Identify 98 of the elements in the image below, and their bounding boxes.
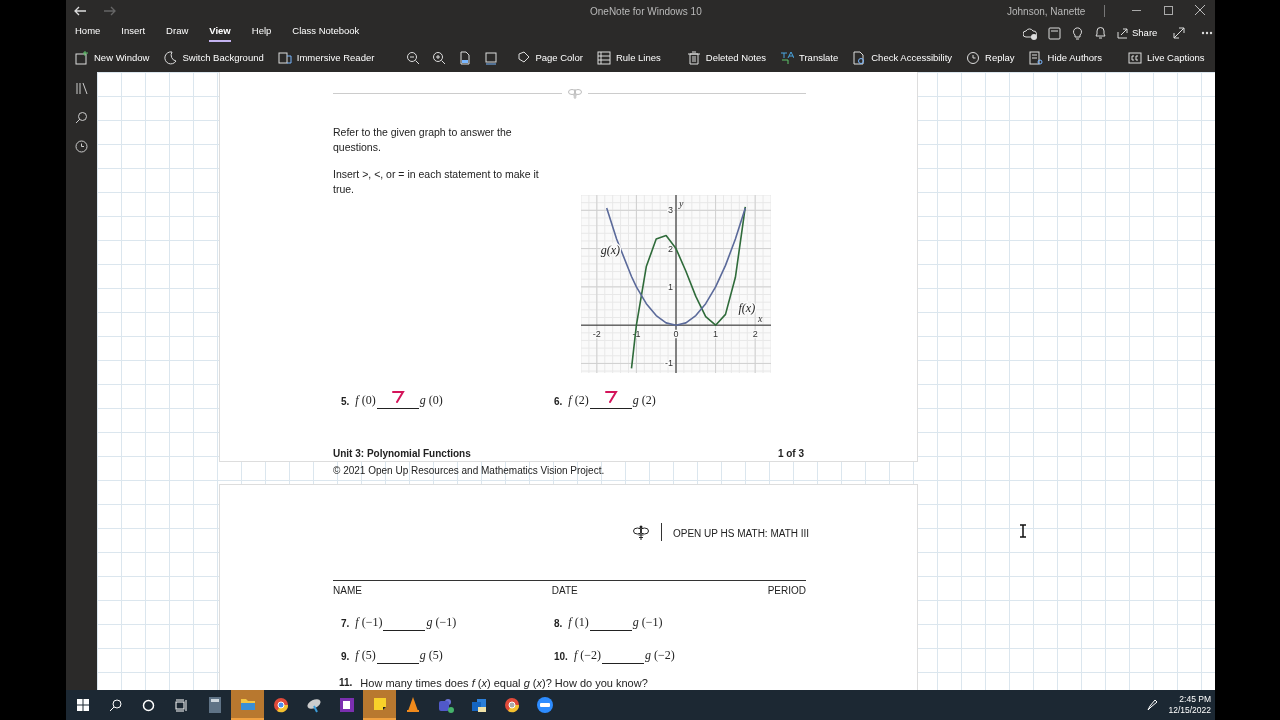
date-text: 12/15/2022 bbox=[1168, 705, 1211, 716]
toolbar-button[interactable]: Replay bbox=[966, 50, 1015, 66]
toolbar-button[interactable]: Page Color bbox=[516, 50, 583, 66]
tick-label: 2 bbox=[752, 329, 758, 340]
tick-label: 1 bbox=[713, 329, 719, 340]
reader-icon bbox=[277, 51, 292, 65]
notebooks-icon[interactable] bbox=[75, 82, 88, 95]
clock[interactable]: 2:45 PM 12/15/2022 bbox=[1168, 694, 1211, 716]
problem-number: 9. bbox=[341, 650, 350, 664]
zoom-in-icon[interactable] bbox=[432, 51, 447, 65]
problem-number: 6. bbox=[554, 395, 563, 409]
notes-icon[interactable] bbox=[1048, 26, 1061, 40]
text-cursor-icon bbox=[1019, 524, 1027, 538]
toolbar-button[interactable]: Deleted Notes bbox=[686, 50, 766, 66]
zoom-out-icon[interactable] bbox=[406, 51, 421, 65]
field-label: NAME bbox=[333, 584, 362, 598]
toolbar-button[interactable]: Rule Lines bbox=[596, 50, 661, 66]
axis-label: x bbox=[758, 313, 763, 325]
tick-label: 2 bbox=[668, 243, 673, 254]
problem-number: 8. bbox=[554, 617, 563, 631]
toolbar-button[interactable]: Immersive Reader bbox=[277, 50, 375, 66]
ink-stroke bbox=[603, 389, 618, 403]
fit-page-icon[interactable] bbox=[484, 51, 499, 65]
math-expression: f (1) bbox=[568, 614, 589, 631]
math-expression: f (−1) bbox=[355, 614, 383, 631]
translate-icon bbox=[780, 51, 794, 65]
menu-tab[interactable]: View bbox=[209, 23, 231, 43]
math-expression: g (−1) bbox=[632, 614, 663, 631]
series-title: OPEN UP HS MATH: MATH III bbox=[673, 527, 810, 541]
tick-label: -1 bbox=[665, 358, 673, 369]
menu-tab[interactable]: Home bbox=[75, 23, 101, 43]
share-button[interactable]: Share bbox=[1117, 26, 1158, 41]
problem-number: 10. bbox=[554, 650, 568, 664]
math-expression: f (5) bbox=[355, 647, 376, 664]
trash-icon bbox=[686, 51, 701, 65]
back-arrow-icon[interactable] bbox=[73, 4, 87, 18]
page-width-icon[interactable] bbox=[458, 51, 473, 65]
moon-icon bbox=[163, 51, 178, 65]
share-icon bbox=[1117, 27, 1129, 40]
math-expression: f (2) bbox=[568, 392, 589, 409]
user-name: Johnson, Nanette bbox=[1007, 4, 1086, 19]
field-label: PERIOD bbox=[767, 584, 806, 598]
unit-title: Unit 3: Polynomial Functions bbox=[333, 447, 471, 461]
toolbar-button[interactable]: Check Accessibility bbox=[852, 50, 953, 66]
page-number: 1 of 3 bbox=[777, 447, 804, 461]
search-icon[interactable] bbox=[75, 111, 88, 124]
problem-number: 11. bbox=[339, 676, 353, 690]
math-expression: g (5) bbox=[419, 647, 443, 664]
math-expression: f (−2) bbox=[573, 647, 601, 664]
problem-number: 7. bbox=[341, 617, 350, 631]
accessibility-icon bbox=[852, 51, 867, 65]
new-window-icon bbox=[75, 51, 89, 65]
toolbar-button[interactable]: Switch Background bbox=[163, 50, 264, 66]
cloud-sync-icon[interactable] bbox=[1023, 26, 1038, 40]
closed-captions-icon bbox=[1128, 51, 1142, 65]
curve-label: f(x) bbox=[738, 300, 756, 315]
toolbar-button[interactable]: Hide Authors bbox=[1028, 50, 1102, 66]
close-icon[interactable] bbox=[1195, 5, 1205, 15]
axis-label: y bbox=[679, 198, 684, 209]
pen-icon[interactable] bbox=[1146, 699, 1159, 711]
menu-tab[interactable]: Draw bbox=[166, 23, 189, 43]
menu-tab[interactable]: Help bbox=[251, 23, 272, 43]
authors-icon bbox=[1028, 51, 1043, 65]
toolbar-button[interactable]: New Window bbox=[75, 50, 150, 66]
instruction-text: Insert >, <, or = in each statement to make it true. bbox=[333, 167, 540, 197]
toolbar-button[interactable]: Translate bbox=[780, 50, 839, 66]
tick-label: -2 bbox=[592, 329, 601, 340]
restore-icon[interactable] bbox=[1164, 6, 1173, 15]
more-icon[interactable] bbox=[1201, 31, 1214, 36]
problem-number: 5. bbox=[341, 395, 350, 409]
copyright-text: © 2021 Open Up Resources and Mathematics Vision Project. bbox=[333, 464, 605, 478]
menu-tab[interactable]: Class Notebook bbox=[292, 23, 360, 43]
forward-arrow-icon[interactable] bbox=[103, 4, 117, 18]
tick-label: 1 bbox=[668, 281, 673, 292]
field-label: DATE bbox=[551, 584, 578, 598]
window-title: OneNote for Windows 10 bbox=[590, 4, 702, 19]
rule-lines-icon bbox=[596, 51, 611, 65]
recent-clock-icon[interactable] bbox=[75, 140, 88, 153]
page-color-icon bbox=[516, 51, 531, 65]
curve-label: g(x) bbox=[600, 243, 621, 258]
math-expression: g (2) bbox=[632, 392, 656, 409]
replay-clock-icon bbox=[966, 51, 981, 65]
ink-stroke bbox=[390, 389, 405, 403]
bee-logo-icon bbox=[633, 525, 649, 541]
question-text: How many times does f (x) equal g (x)? How do you know? bbox=[360, 676, 648, 690]
tick-label: 0 bbox=[673, 329, 679, 340]
math-expression: f (0) bbox=[355, 392, 376, 409]
expand-icon[interactable] bbox=[1173, 27, 1186, 40]
tick-label: 3 bbox=[668, 205, 673, 216]
lightbulb-icon[interactable] bbox=[1071, 26, 1084, 41]
bell-icon[interactable] bbox=[1094, 26, 1107, 41]
time-text: 2:45 PM bbox=[1179, 694, 1211, 705]
math-expression: g (−1) bbox=[426, 614, 457, 631]
instruction-text: Refer to the given graph to answer the questions. bbox=[333, 125, 513, 155]
toolbar-button[interactable]: Live Captions bbox=[1128, 50, 1205, 66]
menu-tab[interactable]: Insert bbox=[121, 23, 146, 43]
math-expression: g (0) bbox=[419, 392, 443, 409]
math-expression: g (−2) bbox=[645, 647, 675, 664]
